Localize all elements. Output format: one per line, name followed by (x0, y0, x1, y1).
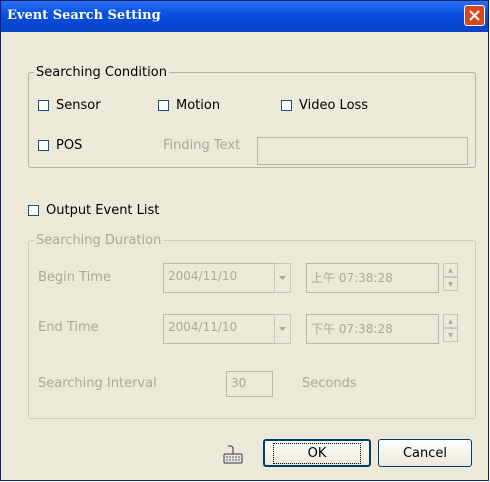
pos-label: POS (56, 138, 83, 153)
spin-up-icon[interactable]: ▲ (443, 263, 458, 277)
ok-label: OK (307, 445, 327, 461)
pos-checkbox[interactable]: POS (38, 138, 82, 153)
motion-check-box[interactable] (158, 100, 169, 111)
searching-duration-legend: Searching Duration (36, 233, 162, 248)
searching-interval-label: Searching Interval (38, 376, 157, 391)
spin-down-icon[interactable]: ▼ (443, 328, 458, 342)
spin-down-icon[interactable]: ▼ (443, 277, 458, 291)
ok-focus-rect: OK (272, 442, 362, 464)
sensor-checkbox[interactable]: Sensor (38, 98, 101, 113)
keyboard-button[interactable] (218, 441, 248, 467)
seconds-label: Seconds (302, 376, 357, 391)
motion-label: Motion (176, 98, 221, 113)
begin-date-combo[interactable]: 2004/11/10 (163, 263, 280, 293)
searching-interval-input[interactable]: 30 (226, 371, 273, 397)
finding-text-input[interactable] (257, 137, 468, 165)
finding-text-label: Finding Text (163, 138, 241, 153)
spin-up-icon[interactable]: ▲ (443, 314, 458, 328)
close-icon (469, 10, 480, 21)
output-event-list-label: Output Event List (46, 203, 160, 218)
begin-time-spinner[interactable]: 上午 07:38:28 (306, 263, 439, 293)
searching-condition-legend: Searching Condition (36, 65, 167, 80)
sensor-label: Sensor (56, 98, 101, 113)
video-loss-check-box[interactable] (281, 100, 292, 111)
sensor-check-box[interactable] (38, 100, 49, 111)
motion-checkbox[interactable]: Motion (158, 98, 220, 113)
dialog-window: Event Search Setting Searching Condition… (0, 0, 489, 481)
cancel-button[interactable]: Cancel (378, 439, 472, 467)
chevron-down-icon (279, 327, 286, 331)
begin-date-dropdown[interactable] (274, 263, 291, 293)
ok-button[interactable]: OK (263, 439, 371, 467)
end-date-dropdown[interactable] (274, 314, 291, 344)
output-event-list-checkbox[interactable]: Output Event List (28, 203, 159, 218)
end-time-spinner[interactable]: 下午 07:38:28 (306, 314, 439, 344)
end-time-spin-buttons[interactable]: ▲ ▼ (443, 314, 460, 344)
output-event-list-check-box[interactable] (28, 205, 39, 216)
end-time-label: End Time (38, 320, 99, 335)
pos-check-box[interactable] (38, 140, 49, 151)
cancel-label: Cancel (402, 445, 448, 461)
video-loss-label: Video Loss (299, 98, 369, 113)
close-button[interactable] (464, 5, 485, 26)
video-loss-checkbox[interactable]: Video Loss (281, 98, 368, 113)
begin-time-spin-buttons[interactable]: ▲ ▼ (443, 263, 460, 293)
end-date-combo[interactable]: 2004/11/10 (163, 314, 280, 344)
chevron-down-icon (279, 276, 286, 280)
title-bar[interactable]: Event Search Setting (1, 1, 488, 32)
keyboard-icon (223, 445, 243, 464)
window-title: Event Search Setting (7, 8, 161, 23)
begin-time-label: Begin Time (38, 270, 111, 285)
